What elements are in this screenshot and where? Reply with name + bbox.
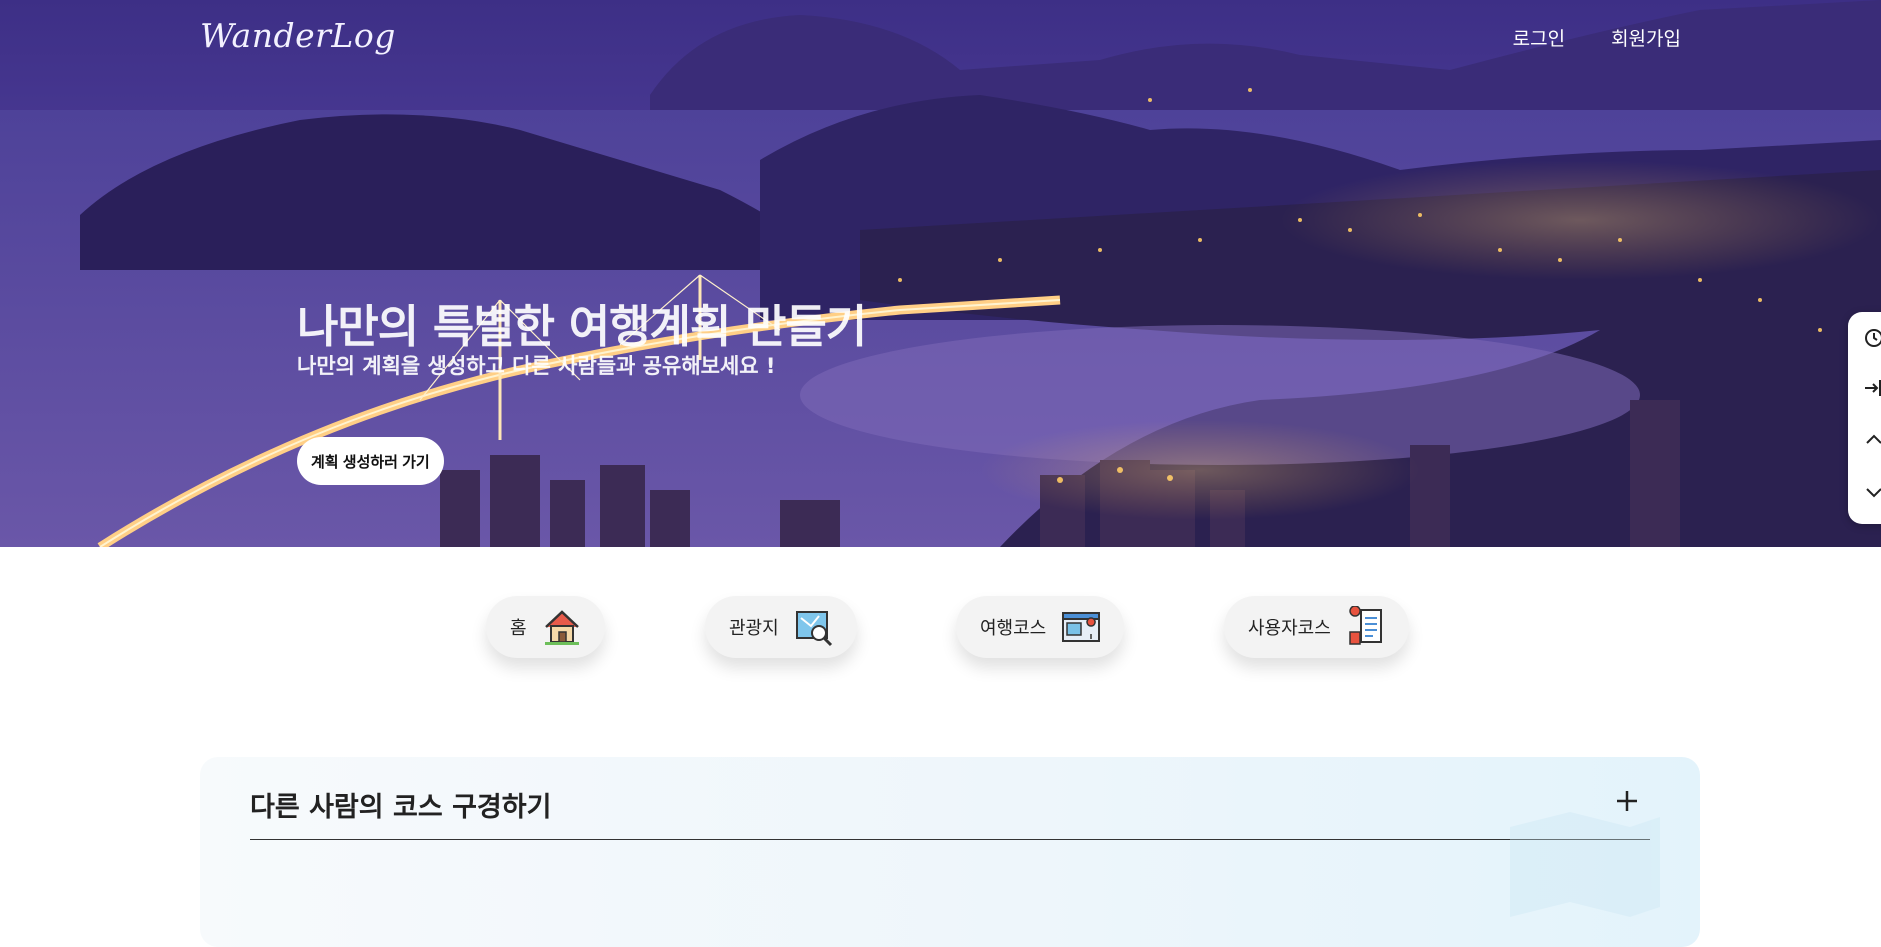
category-user-course[interactable]: 사용자코스 [1224, 596, 1409, 658]
user-route-icon [1349, 606, 1382, 645]
house-icon [544, 610, 579, 645]
site-logo[interactable]: WanderLog [200, 16, 396, 55]
category-label: 사용자코스 [1248, 618, 1331, 639]
panel-divider [250, 839, 1650, 840]
login-link[interactable]: 로그인 [1513, 24, 1565, 51]
login-arrow-icon[interactable] [1862, 376, 1881, 400]
top-nav: 로그인 회원가입 [1513, 24, 1681, 51]
map-search-icon [795, 611, 832, 647]
hero-banner: WanderLog 로그인 회원가입 나만의 특별한 여행계획 만들기 나만의 … [0, 0, 1881, 547]
scroll-down-icon[interactable] [1862, 480, 1881, 504]
scroll-up-icon[interactable] [1862, 428, 1881, 452]
category-travel-course[interactable]: 여행코스 [956, 596, 1125, 658]
category-attractions[interactable]: 관광지 [705, 596, 857, 658]
others-course-panel: 다른 사람의 코스 구경하기 [200, 757, 1700, 947]
signup-link[interactable]: 회원가입 [1611, 24, 1681, 51]
category-nav: 홈 관광지 여행코스 사용자코스 [0, 596, 1881, 658]
category-home[interactable]: 홈 [486, 596, 605, 658]
category-label: 홈 [510, 618, 527, 639]
panel-title: 다른 사람의 코스 구경하기 [250, 792, 552, 823]
city-night-image [0, 0, 1881, 547]
decorative-map-icon [1510, 812, 1660, 917]
category-label: 관광지 [729, 618, 779, 639]
hero-subtitle: 나만의 계획을 생성하고 다른 사람들과 공유해보세요 ! [297, 354, 776, 378]
hero-title: 나만의 특별한 여행계획 만들기 [297, 300, 867, 353]
create-plan-button[interactable]: 계획 생성하러 가기 [297, 437, 444, 485]
history-icon[interactable] [1862, 326, 1881, 350]
side-toolbar [1848, 312, 1881, 524]
category-label: 여행코스 [980, 618, 1047, 639]
route-map-icon [1062, 612, 1101, 642]
